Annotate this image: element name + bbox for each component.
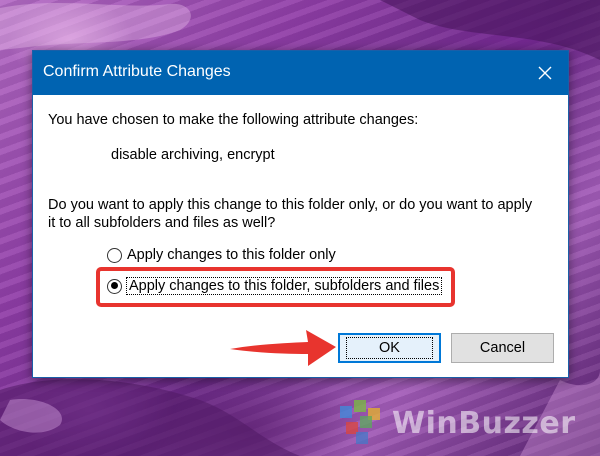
message-text: You have chosen to make the following at… <box>48 112 419 128</box>
question-text-line2: it to all subfolders and files as well? <box>48 215 276 231</box>
radio-button-unchecked[interactable] <box>107 247 122 263</box>
question-text-line1: Do you want to apply this change to this… <box>48 197 533 213</box>
highlight-annotation-box <box>96 267 455 307</box>
radio-option-folder-only[interactable]: Apply changes to this folder only <box>107 247 336 263</box>
red-arrow-annotation-icon <box>230 330 336 366</box>
attribute-changes-text: disable archiving, encrypt <box>111 147 275 163</box>
ok-button-label: OK <box>346 337 433 359</box>
cancel-button[interactable]: Cancel <box>451 333 554 363</box>
winbuzzer-logo-icon <box>340 400 380 444</box>
watermark-text: WinBuzzer <box>392 406 576 441</box>
close-icon <box>538 66 552 80</box>
cancel-button-label: Cancel <box>479 340 526 356</box>
ok-button[interactable]: OK <box>338 333 441 363</box>
close-button[interactable] <box>522 51 568 95</box>
dialog-title: Confirm Attribute Changes <box>43 63 231 80</box>
radio-label-folder-only: Apply changes to this folder only <box>127 247 336 263</box>
dialog-titlebar[interactable]: Confirm Attribute Changes <box>33 51 568 95</box>
watermark: WinBuzzer <box>336 396 596 450</box>
